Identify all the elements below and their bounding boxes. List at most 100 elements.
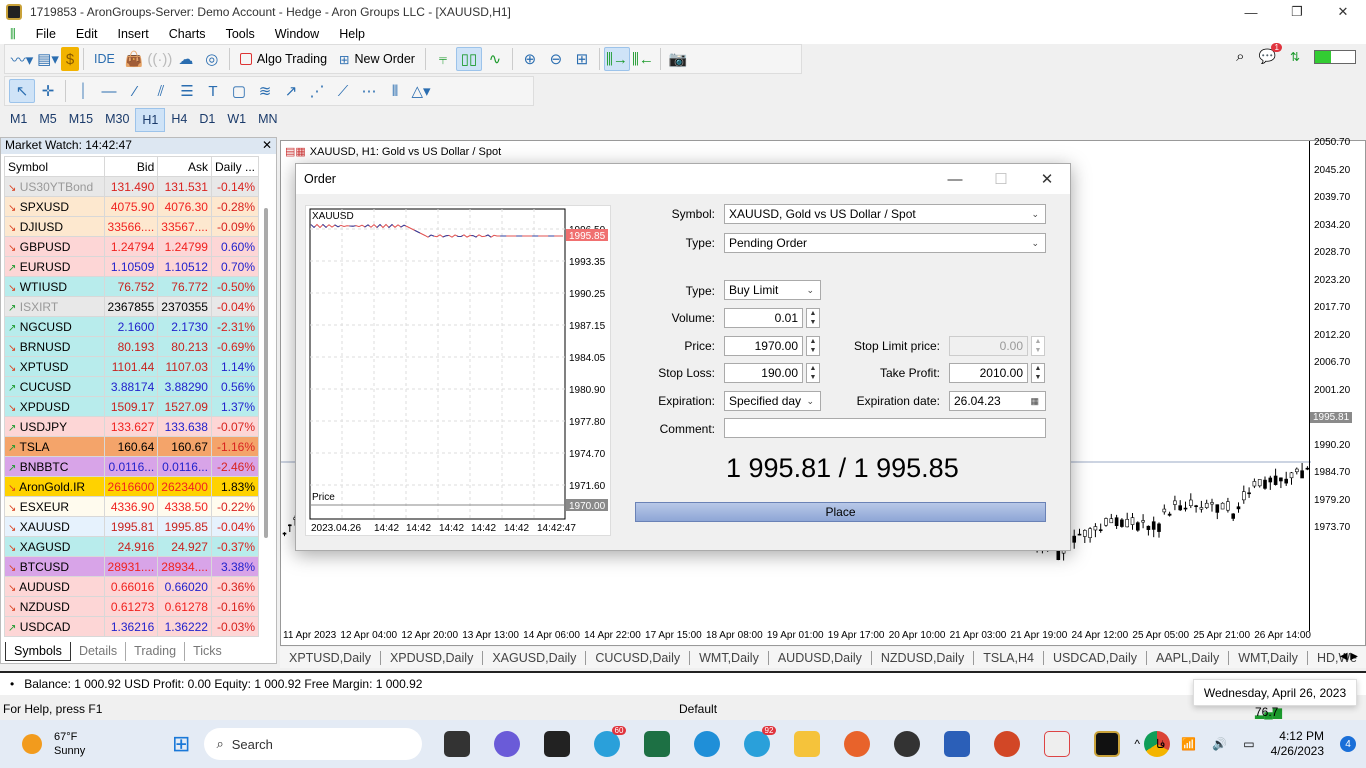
screenshot-icon[interactable]: 📷	[665, 47, 691, 71]
col-ask[interactable]: Ask	[157, 156, 212, 177]
timeframe-h1[interactable]: H1	[135, 108, 166, 132]
order-type-select[interactable]: Buy Limit ⌄	[724, 280, 821, 300]
chart-tab[interactable]: USDCAD,Daily	[1044, 650, 1147, 665]
market-watch-row[interactable]: ↗ USDCAD 1.36216 1.36222 -0.03%	[4, 616, 260, 637]
equidistant-channel-icon[interactable]: ⫽	[148, 79, 174, 103]
powerpoint-icon[interactable]	[994, 731, 1021, 757]
volume-stepper[interactable]: ▲ ▼	[806, 308, 820, 328]
volume-input[interactable]: 0.01	[724, 308, 803, 328]
market-watch-row[interactable]: ↘ BRNUSD 80.193 80.213 -0.69%	[4, 336, 260, 357]
market-watch-row[interactable]: ↗ BNBBTC 0.0116... 0.0116... -2.46%	[4, 456, 260, 477]
signals-icon[interactable]: ((·))	[147, 47, 173, 71]
dialog-minimize-button[interactable]: —	[932, 164, 978, 194]
menu-charts[interactable]: Charts	[159, 27, 216, 41]
stop-loss-input[interactable]: 190.00	[724, 363, 803, 383]
market-watch-row[interactable]: ↗ NGCUSD 2.1600 2.1730 -2.31%	[4, 316, 260, 337]
expiration-date-input[interactable]: 26.04.23 ▦	[949, 391, 1046, 411]
zoom-in-icon[interactable]: ⊕	[517, 47, 543, 71]
price-stepper[interactable]: ▲ ▼	[806, 336, 820, 356]
figma-icon[interactable]	[544, 731, 571, 757]
vps-cloud-icon[interactable]: ☁	[173, 47, 199, 71]
time-axis[interactable]: 11 Apr 2023 12 Apr 04:00 12 Apr 20:00 13 Ap…	[281, 630, 1311, 641]
notifications-icon[interactable]: 💬 1	[1259, 43, 1282, 65]
auto-scroll-icon[interactable]: ⫼→	[603, 47, 630, 71]
weather-widget[interactable]: 67°F Sunny	[22, 730, 172, 758]
battery-icon[interactable]: ▭	[1243, 737, 1254, 751]
close-button[interactable]: ✕	[1320, 0, 1366, 24]
chart-tab[interactable]: NZDUSD,Daily	[872, 650, 975, 665]
col-bid[interactable]: Bid	[103, 156, 159, 177]
metatrader-icon[interactable]	[1094, 731, 1121, 757]
chart-tab[interactable]: AAPL,Daily	[1147, 650, 1230, 665]
market-bag-icon[interactable]: 👜	[121, 47, 147, 71]
timeframe-m30[interactable]: M30	[99, 108, 135, 132]
snipping-tool-icon[interactable]	[1044, 731, 1071, 757]
file-explorer-icon[interactable]	[794, 731, 821, 757]
chart-tab[interactable]: CUCUSD,Daily	[586, 650, 691, 665]
place-button[interactable]: Place	[635, 502, 1046, 522]
tab-details[interactable]: Details	[71, 642, 127, 661]
stop-loss-stepper[interactable]: ▲ ▼	[806, 363, 820, 383]
fib-fan-icon[interactable]: ⋰	[304, 79, 330, 103]
market-watch-row[interactable]: ↘ WTIUSD 76.752 76.772 -0.50%	[4, 276, 260, 297]
market-watch-scrollbar[interactable]	[264, 208, 268, 538]
chart-tab[interactable]: WMT,Daily	[1229, 650, 1308, 665]
app-w-icon[interactable]	[894, 731, 921, 757]
col-daily[interactable]: Daily ...	[210, 156, 260, 177]
menu-insert[interactable]: Insert	[107, 27, 158, 41]
dollar-icon[interactable]: $	[61, 47, 79, 71]
vertical-line-icon[interactable]: ⏐	[70, 79, 96, 103]
chart-tab[interactable]: TSLA,H4	[974, 650, 1044, 665]
chart-shift-icon[interactable]: ⫼←	[630, 47, 656, 71]
gann-fan-icon[interactable]: ⟋	[330, 79, 356, 103]
show-hidden-icons[interactable]: ^	[1134, 737, 1140, 751]
market-watch-row[interactable]: ↗ TSLA 160.64 160.67 -1.16%	[4, 436, 260, 457]
chart-tab[interactable]: AUDUSD,Daily	[769, 650, 872, 665]
chart-tab[interactable]: XPTUSD,Daily	[280, 650, 381, 665]
market-watch-row[interactable]: ↘ BTCUSD 28931.... 28934.... 3.38%	[4, 556, 260, 577]
elliott-icon[interactable]: ⋯	[356, 79, 382, 103]
algo-trading-button[interactable]: Algo Trading	[234, 52, 333, 66]
language-indicator[interactable]: فا	[1156, 737, 1165, 751]
market-watch-row[interactable]: ↘ GBPUSD 1.24794 1.24799 0.60%	[4, 236, 260, 257]
add-account-icon[interactable]: ◎	[199, 47, 225, 71]
telegram-icon[interactable]: 60	[594, 726, 627, 757]
price-axis[interactable]: 2050.70 2045.20 2039.70 2034.20 2028.70 2023.…	[1309, 137, 1365, 631]
market-watch-row[interactable]: ↘ NZDUSD 0.61273 0.61278 -0.16%	[4, 596, 260, 617]
zoom-out-icon[interactable]: ⊖	[543, 47, 569, 71]
calendar-icon[interactable]: ▦	[1030, 396, 1039, 407]
windows-start-icon[interactable]: ⊞	[172, 731, 190, 757]
wifi-icon[interactable]: 📶	[1181, 737, 1196, 751]
ide-button[interactable]: IDE	[88, 52, 121, 66]
fibonacci-icon[interactable]: ☰	[174, 79, 200, 103]
volume-icon[interactable]: 🔊	[1212, 737, 1227, 751]
rectangle-icon[interactable]: ▢	[226, 79, 252, 103]
shapes-icon[interactable]: △▾	[408, 79, 434, 103]
tab-symbols[interactable]: Symbols	[5, 642, 71, 661]
chart-type-icon[interactable]: 〰▾	[9, 47, 35, 71]
telegram2-icon[interactable]: 92	[744, 726, 777, 757]
chart-tab[interactable]: XPDUSD,Daily	[381, 650, 484, 665]
templates-icon[interactable]: ▤▾	[35, 47, 61, 71]
horizontal-line-icon[interactable]: —	[96, 79, 122, 103]
menu-help[interactable]: Help	[329, 27, 375, 41]
market-watch-row[interactable]: ↘ XPTUSD 1101.44 1107.03 1.14%	[4, 356, 260, 377]
market-watch-row[interactable]: ↗ EURUSD 1.10509 1.10512 0.70%	[4, 256, 260, 277]
market-watch-row[interactable]: ↗ CUCUSD 3.88174 3.88290 0.56%	[4, 376, 260, 397]
stop-limit-stepper[interactable]: ▲ ▼	[1031, 336, 1045, 356]
notification-count-badge[interactable]: 4	[1340, 736, 1356, 752]
arrow-icon[interactable]: ↗	[278, 79, 304, 103]
crosshair-icon[interactable]: ✛	[35, 79, 61, 103]
new-order-button[interactable]: ⊞ New Order	[333, 52, 421, 67]
type-select[interactable]: Pending Order ⌄	[724, 233, 1046, 253]
market-watch-row[interactable]: ↗ USDJPY 133.627 133.638 -0.07%	[4, 416, 260, 437]
timeframe-m5[interactable]: M5	[33, 108, 62, 132]
task-view-icon[interactable]	[444, 731, 471, 757]
market-watch-row[interactable]: ↘ XAUUSD 1995.81 1995.85 -0.04%	[4, 516, 260, 537]
text-icon[interactable]: T	[200, 79, 226, 103]
timeframe-m1[interactable]: M1	[4, 108, 33, 132]
timeframe-h4[interactable]: H4	[165, 108, 193, 132]
timeframe-mn[interactable]: MN	[252, 108, 283, 132]
dialog-close-button[interactable]: ✕	[1024, 164, 1070, 194]
market-watch-row[interactable]: ↘ AronGold.IR 2616600 2623400 1.83%	[4, 476, 260, 497]
